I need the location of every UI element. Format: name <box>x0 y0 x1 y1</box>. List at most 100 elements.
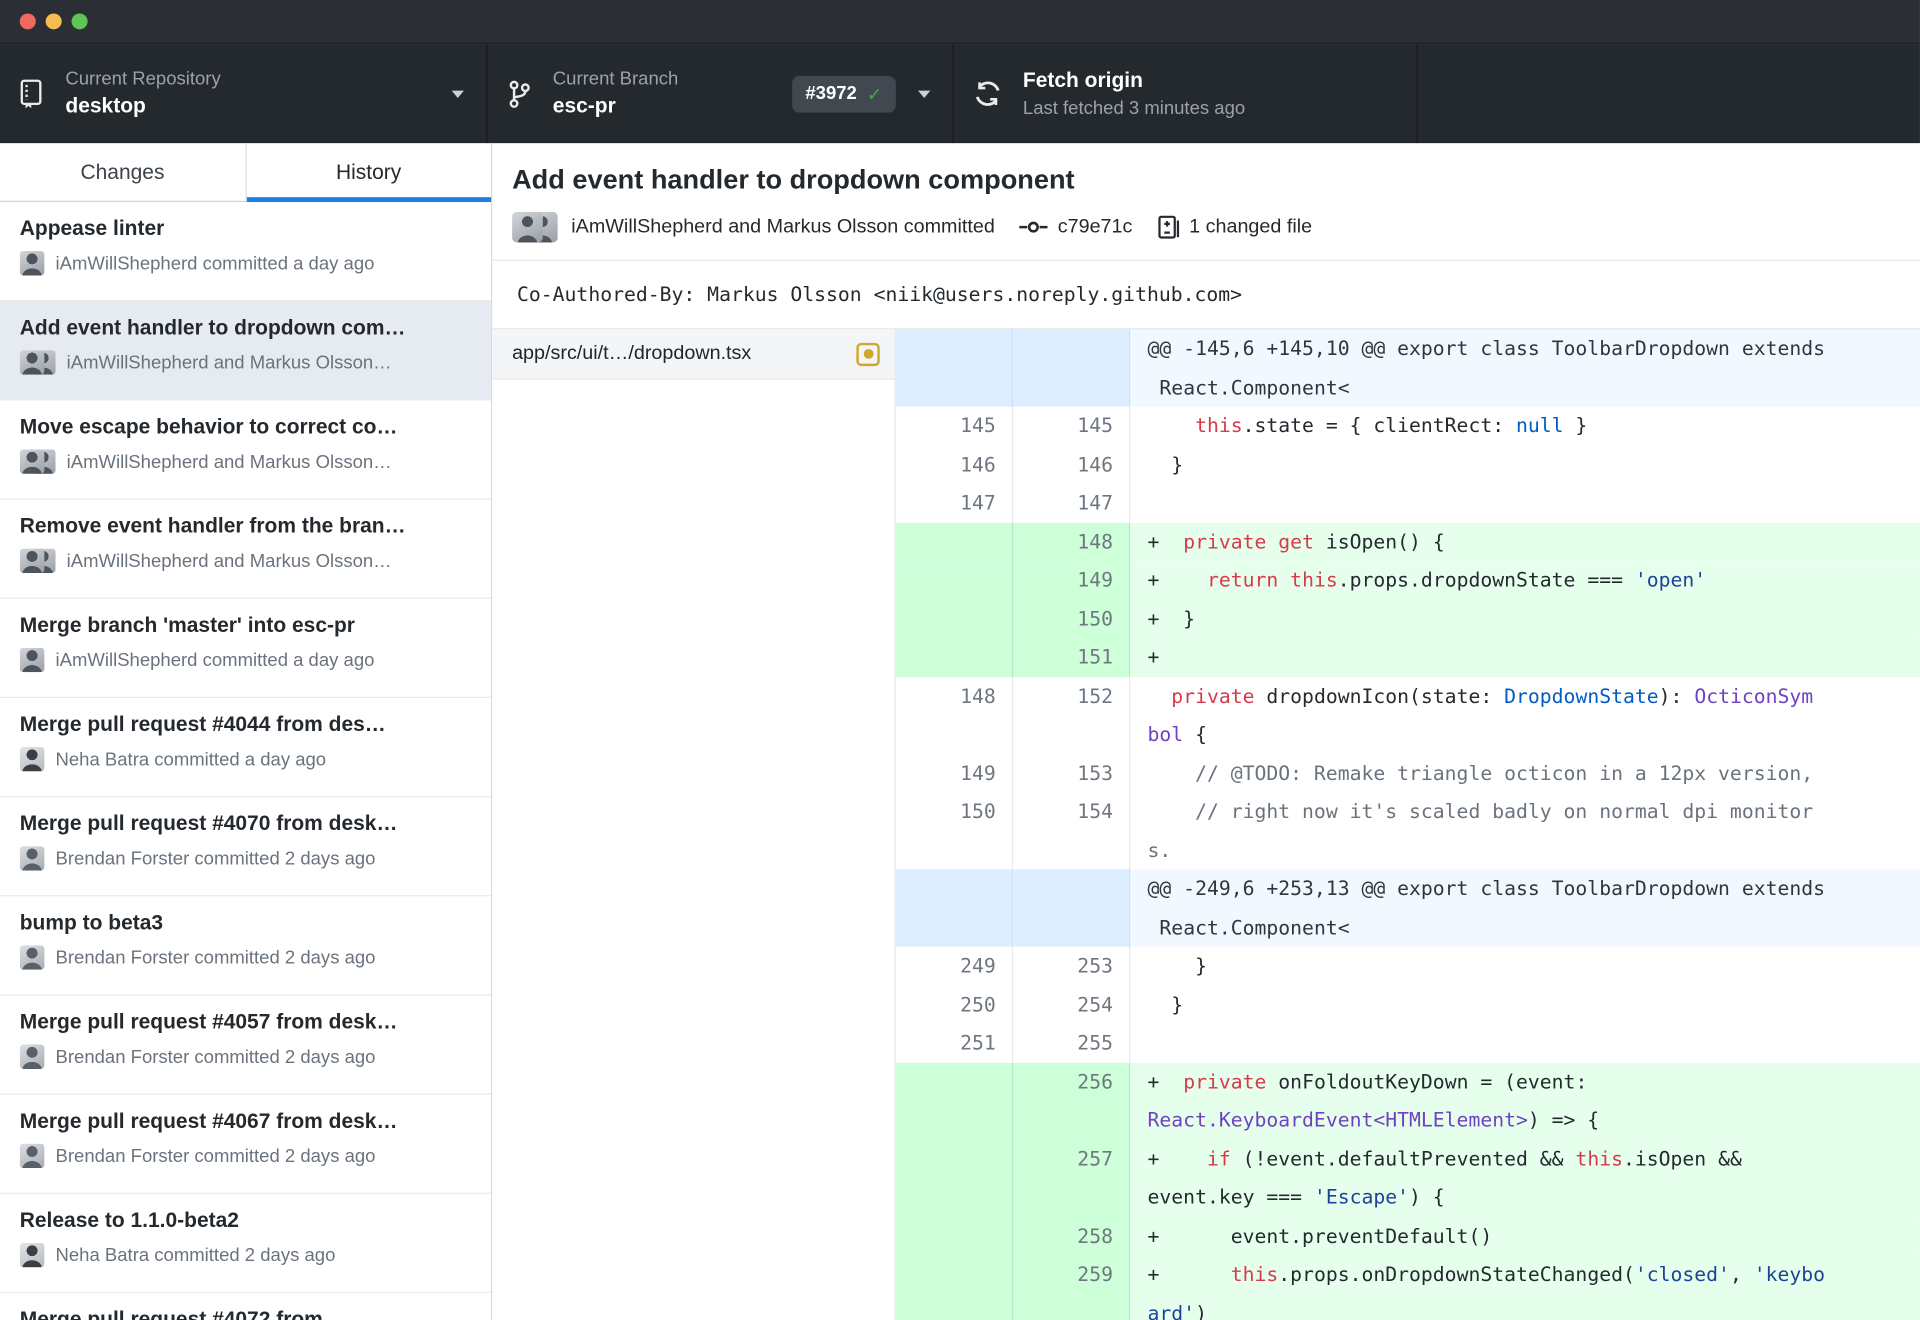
branch-label: Current Branch <box>552 68 679 90</box>
commit-item-meta: Brendan Forster committed 2 days ago <box>19 846 472 871</box>
diff-row: 149 153 // @TODO: Remake triangle octicon… <box>896 753 1920 793</box>
minimize-button[interactable] <box>45 13 62 30</box>
commit-list-item[interactable]: Add event handler to dropdown com… iAmWil… <box>0 301 492 401</box>
avatar-group <box>19 1143 45 1169</box>
avatar <box>19 746 45 772</box>
commit-authors: iAmWillShepherd and Markus Olsson commit… <box>571 216 995 237</box>
fetch-title: Fetch origin <box>1022 68 1143 92</box>
avatar-group <box>19 251 45 276</box>
avatar <box>19 350 45 375</box>
commit-list-item[interactable]: Remove event handler from the bran… iAmWi… <box>0 500 492 599</box>
new-line-number: 153 <box>1013 753 1131 793</box>
old-line-number <box>895 560 1014 600</box>
diff-code-line: } <box>1147 992 1184 1016</box>
commit-list-item[interactable]: Release to 1.1.0-beta2 Neha Batra committ… <box>0 1194 492 1294</box>
avatar-group <box>19 945 45 970</box>
new-line-number: 148 <box>1013 522 1131 561</box>
close-button[interactable] <box>19 13 36 30</box>
commit-sha: c79e71c <box>1057 216 1133 237</box>
new-line-number: 257 <box>1013 1139 1131 1217</box>
new-line-number: 149 <box>1013 560 1131 600</box>
diff-row: 149 + return this.props.dropdownState ===… <box>895 560 1920 600</box>
repository-dropdown[interactable]: Current Repository desktop <box>0 44 486 143</box>
commit-description: Co-Authored-By: Markus Olsson <niik@user… <box>492 261 1920 330</box>
commit-list-item[interactable]: Merge pull request #4072 from…Brendan Fo… <box>0 1293 491 1320</box>
diff-row: 147 147 <box>896 483 1920 523</box>
diff-row: 249 253 } <box>896 946 1920 986</box>
commit-item-title: Merge pull request #4057 from desk… <box>19 1010 398 1034</box>
diff-row: @@ -249,6 +253,13 @@ export class Toolba… <box>895 869 1920 947</box>
old-line-number: 249 <box>896 946 1014 986</box>
old-line-number: 148 <box>896 676 1014 754</box>
commit-item-byline: iAmWillShepherd and Markus Olsson… <box>66 451 392 473</box>
diff-row: 151 + <box>895 637 1920 677</box>
commit-item-title: bump to beta3 <box>19 911 164 935</box>
commit-list-item[interactable]: Merge pull request #4057 from desk… Brend… <box>0 996 492 1095</box>
titlebar <box>0 0 1920 45</box>
commit-list-item[interactable]: Appease linter iAmWillShepherd committed … <box>0 202 492 302</box>
commit-header: Add event handler to dropdown component … <box>492 143 1920 261</box>
new-line-number: 147 <box>1013 483 1131 523</box>
tab-changes[interactable]: Changes <box>0 143 247 201</box>
diff-row: 145 145 this.state = { clientRect: null } <box>896 406 1920 446</box>
avatar-group <box>19 449 56 474</box>
old-line-number: 145 <box>896 406 1014 446</box>
git-commit-icon <box>1019 219 1048 235</box>
new-line-number <box>1013 329 1131 407</box>
avatar <box>512 211 543 243</box>
avatar-group <box>19 846 45 871</box>
changed-file-icon <box>1157 214 1179 240</box>
diff-row: 257 + if (!event.defaultPrevented && this… <box>895 1139 1920 1217</box>
commit-list-item[interactable]: Merge pull request #4067 from desk… Brend… <box>0 1095 492 1194</box>
new-line-number: 145 <box>1013 406 1131 446</box>
avatar <box>19 251 45 276</box>
commit-title: Add event handler to dropdown component <box>512 164 1075 195</box>
repository-label: Current Repository <box>65 68 221 90</box>
diff-row: @@ -145,6 +145,10 @@ export class Toolba… <box>895 329 1920 407</box>
commit-list-item[interactable]: Merge pull request #4070 from desk… Brend… <box>0 797 492 897</box>
commit-item-meta: Brendan Forster committed 2 days ago <box>19 945 472 970</box>
file-path: app/src/ui/t…/dropdown.tsx <box>512 342 752 364</box>
avatar-group <box>19 1044 45 1069</box>
repo-icon <box>20 78 45 109</box>
file-list-item[interactable]: app/src/ui/t…/dropdown.tsx <box>492 329 895 380</box>
old-line-number: 150 <box>896 792 1014 870</box>
github-desktop-window: Current Repository desktop Current Branc… <box>0 0 1920 1320</box>
branch-dropdown[interactable]: Current Branch esc-pr #3972 ✓ <box>486 44 952 144</box>
commit-list-item[interactable]: Merge branch 'master' into esc-pr iAmWill… <box>0 599 492 698</box>
diff-code-line: // right now it's scaled badly on normal… <box>1147 799 1814 862</box>
changed-files-list: app/src/ui/t…/dropdown.tsx <box>492 329 896 1320</box>
avatar <box>19 1044 45 1069</box>
commit-item-meta: Neha Batra committed a day ago <box>19 746 472 772</box>
sync-icon <box>974 80 1002 108</box>
new-line-number: 151 <box>1013 637 1131 677</box>
old-line-number <box>895 1062 1014 1140</box>
old-line-number <box>895 599 1014 638</box>
zoom-button[interactable] <box>71 13 88 30</box>
new-line-number: 254 <box>1013 985 1131 1024</box>
commit-item-title: Merge pull request #4067 from desk… <box>19 1109 398 1133</box>
toolbar: Current Repository desktop Current Branc… <box>0 44 1920 144</box>
commit-item-title: Remove event handler from the bran… <box>19 514 406 538</box>
commit-list: Appease linter iAmWillShepherd committed … <box>0 202 492 1320</box>
diff-view: @@ -145,6 +145,10 @@ export class Toolba… <box>895 329 1920 1320</box>
diff-row: 148 152 private dropdownIcon(state: Dropd… <box>896 676 1920 754</box>
old-line-number <box>895 1255 1014 1320</box>
diff-code-line: + if (!event.defaultPrevented && this.is… <box>1130 1139 1920 1217</box>
traffic-lights <box>19 13 88 30</box>
commit-list-item[interactable]: Merge pull request #4044 from des… Neha B… <box>0 698 492 798</box>
avatar <box>19 846 45 871</box>
tab-history[interactable]: History <box>246 143 491 203</box>
commit-item-meta: iAmWillShepherd and Markus Olsson… <box>19 548 472 574</box>
sidebar: Changes History Appease linter iAmWillShe… <box>0 143 493 1320</box>
chevron-down-icon <box>918 90 931 98</box>
check-icon: ✓ <box>866 83 883 105</box>
old-line-number: 149 <box>896 753 1014 793</box>
commit-list-item[interactable]: Move escape behavior to correct co… iAmWi… <box>0 400 492 500</box>
fetch-origin-button[interactable]: Fetch origin Last fetched 3 minutes ago <box>952 44 1417 144</box>
commit-list-item[interactable]: bump to beta3 Brendan Forster committed 2… <box>0 896 492 996</box>
old-line-number: 147 <box>896 483 1014 523</box>
old-line-number <box>895 522 1014 561</box>
commit-item-meta: Brendan Forster committed 2 days ago <box>19 1044 472 1069</box>
commit-item-title: Merge branch 'master' into esc-pr <box>19 613 355 637</box>
